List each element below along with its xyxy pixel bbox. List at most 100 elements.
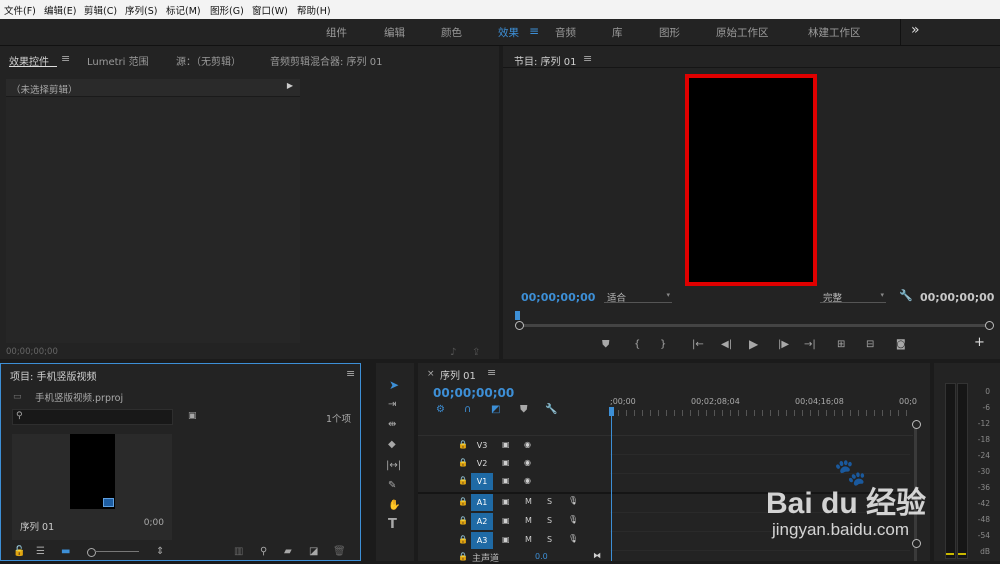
list-view-icon[interactable]: ☰ [36,547,45,557]
sync-lock-icon[interactable]: ▣ [502,535,510,544]
selection-tool-icon[interactable]: ➤ [389,379,399,391]
lift-icon[interactable]: ⊞ [837,340,845,350]
tab-source[interactable]: 源：（无剪辑） [176,53,241,68]
workspace-tab-editing[interactable]: 编辑 [384,25,405,40]
sync-lock-icon[interactable]: ▣ [502,516,510,525]
mark-in-icon[interactable]: { [634,340,640,350]
menu-file[interactable]: 文件(F) [4,3,36,17]
program-current-timecode[interactable]: 00;00;00;00 [521,291,595,304]
sync-lock-icon[interactable]: ▣ [502,458,510,467]
add-button-icon[interactable]: + [974,336,985,349]
solo-button[interactable]: S [547,535,552,544]
lock-icon[interactable]: 🔓 [13,547,25,557]
playhead-marker[interactable] [515,311,520,320]
find-icon[interactable]: ⚲ [260,547,267,557]
camera-icon[interactable]: ◙ [896,340,906,350]
microphone-icon[interactable]: 🎙 [568,496,578,505]
close-tab-icon[interactable]: × [427,369,435,379]
solo-button[interactable]: S [547,516,552,525]
razor-tool-icon[interactable]: ◆ [388,440,396,450]
wrench-icon[interactable]: 🔧 [899,290,913,301]
project-item-thumb-card[interactable]: 序列 01 0;00 [12,434,172,540]
add-marker-icon[interactable]: ⛊ [520,405,528,415]
zoom-scrollbar[interactable] [518,324,992,327]
tab-audio-clip-mixer[interactable]: 音频剪辑混合器: 序列 01 [270,53,382,68]
add-marker-icon[interactable]: ⛊ [602,340,610,350]
note-icon[interactable]: ♪ [450,348,456,358]
workspace-tab-libraries[interactable]: 库 [612,25,623,40]
project-search-input[interactable]: ⚲ [12,409,173,425]
menu-window[interactable]: 窗口(W) [252,3,288,17]
track-target-a2[interactable]: A2 [471,513,493,530]
sync-lock-icon[interactable]: ▣ [502,440,510,449]
type-tool-icon[interactable]: T [388,518,397,531]
menu-marker[interactable]: 标记(M) [166,3,201,17]
snap-icon[interactable]: ∩ [464,405,471,415]
workspace-tab-color[interactable]: 颜色 [441,25,462,40]
zoom-slider-handle[interactable] [87,548,96,557]
lock-icon[interactable]: 🔒 [458,458,468,467]
project-menu-icon[interactable]: ≡ [346,367,355,380]
play-only-icon[interactable]: ▶ [287,81,293,90]
solo-button[interactable]: S [547,497,552,506]
zoom-slider-track[interactable] [95,551,139,552]
microphone-icon[interactable]: 🎙 [568,515,578,524]
extract-icon[interactable]: ⊟ [866,340,874,350]
lock-icon[interactable]: 🔒 [458,552,468,561]
mute-button[interactable]: M [525,535,532,544]
eye-icon[interactable]: ◉ [524,458,531,467]
master-volume-value[interactable]: 0.0 [535,552,548,561]
panel-menu-icon[interactable]: ≡ [61,52,70,65]
ripple-edit-tool-icon[interactable]: ⇹ [388,420,396,430]
mute-button[interactable]: M [525,497,532,506]
quality-select[interactable]: 完整 ▾ [820,289,886,304]
lock-icon[interactable]: 🔒 [458,516,468,525]
nest-icon[interactable]: ⚙ [436,405,445,415]
menu-sequence[interactable]: 序列(S) [125,3,157,17]
track-target-v1[interactable]: V1 [471,473,493,490]
track-target-v3[interactable]: V3 [471,437,493,454]
tab-lumetri-scopes[interactable]: Lumetri 范围 [87,53,149,68]
lock-icon[interactable]: 🔒 [458,440,468,449]
eye-icon[interactable]: ◉ [524,440,531,449]
menu-graphics[interactable]: 图形(G) [210,3,244,17]
workspace-tab-audio[interactable]: 音频 [555,25,576,40]
workspace-menu-icon[interactable]: ≡ [529,24,539,38]
export-icon[interactable]: ⇪ [472,348,480,358]
timeline-settings-icon[interactable]: 🔧 [545,405,557,415]
workspace-tab-graphics[interactable]: 图形 [659,25,680,40]
vscroll-handle-top[interactable] [912,420,921,429]
track-target-a1[interactable]: A1 [471,494,493,511]
track-target-a3[interactable]: A3 [471,532,493,549]
sync-lock-icon[interactable]: ▣ [502,497,510,506]
sort-icon[interactable]: ⇕ [156,547,164,557]
play-icon[interactable]: ▶ [749,338,758,350]
lock-icon[interactable]: 🔒 [458,476,468,485]
new-bin-from-search-icon[interactable]: ▣ [188,411,197,421]
pen-tool-icon[interactable]: ✎ [388,481,396,491]
zoom-handle-left[interactable] [515,321,524,330]
microphone-icon[interactable]: 🎙 [568,534,578,543]
timeline-playhead-line[interactable] [611,415,612,561]
time-ruler[interactable] [610,410,910,416]
slip-tool-icon[interactable]: |↔| [386,461,401,471]
hand-tool-icon[interactable]: ✋ [388,501,400,511]
eye-icon[interactable]: ◉ [524,476,531,485]
go-to-in-icon[interactable]: |← [692,340,704,350]
workspace-tab-effects[interactable]: 效果 [498,25,519,40]
lock-icon[interactable]: 🔒 [458,497,468,506]
chevron-double-right-icon[interactable]: » [911,22,920,38]
new-item-icon[interactable]: ◪ [309,547,318,557]
menu-edit[interactable]: 编辑(E) [44,3,76,17]
track-target-v2[interactable]: V2 [471,455,493,472]
new-bin-icon[interactable]: ▰ [284,547,292,557]
lock-icon[interactable]: 🔒 [458,535,468,544]
step-back-icon[interactable]: ◀| [721,340,732,350]
menu-help[interactable]: 帮助(H) [297,3,331,17]
zoom-handle-right[interactable] [985,321,994,330]
track-select-tool-icon[interactable]: ⇥ [388,400,396,410]
workspace-tab-original[interactable]: 原始工作区 [716,25,769,40]
automate-icon[interactable]: ▥ [234,547,243,557]
trash-icon[interactable]: 🗑 [333,547,346,557]
go-to-out-icon[interactable]: →| [804,340,816,350]
